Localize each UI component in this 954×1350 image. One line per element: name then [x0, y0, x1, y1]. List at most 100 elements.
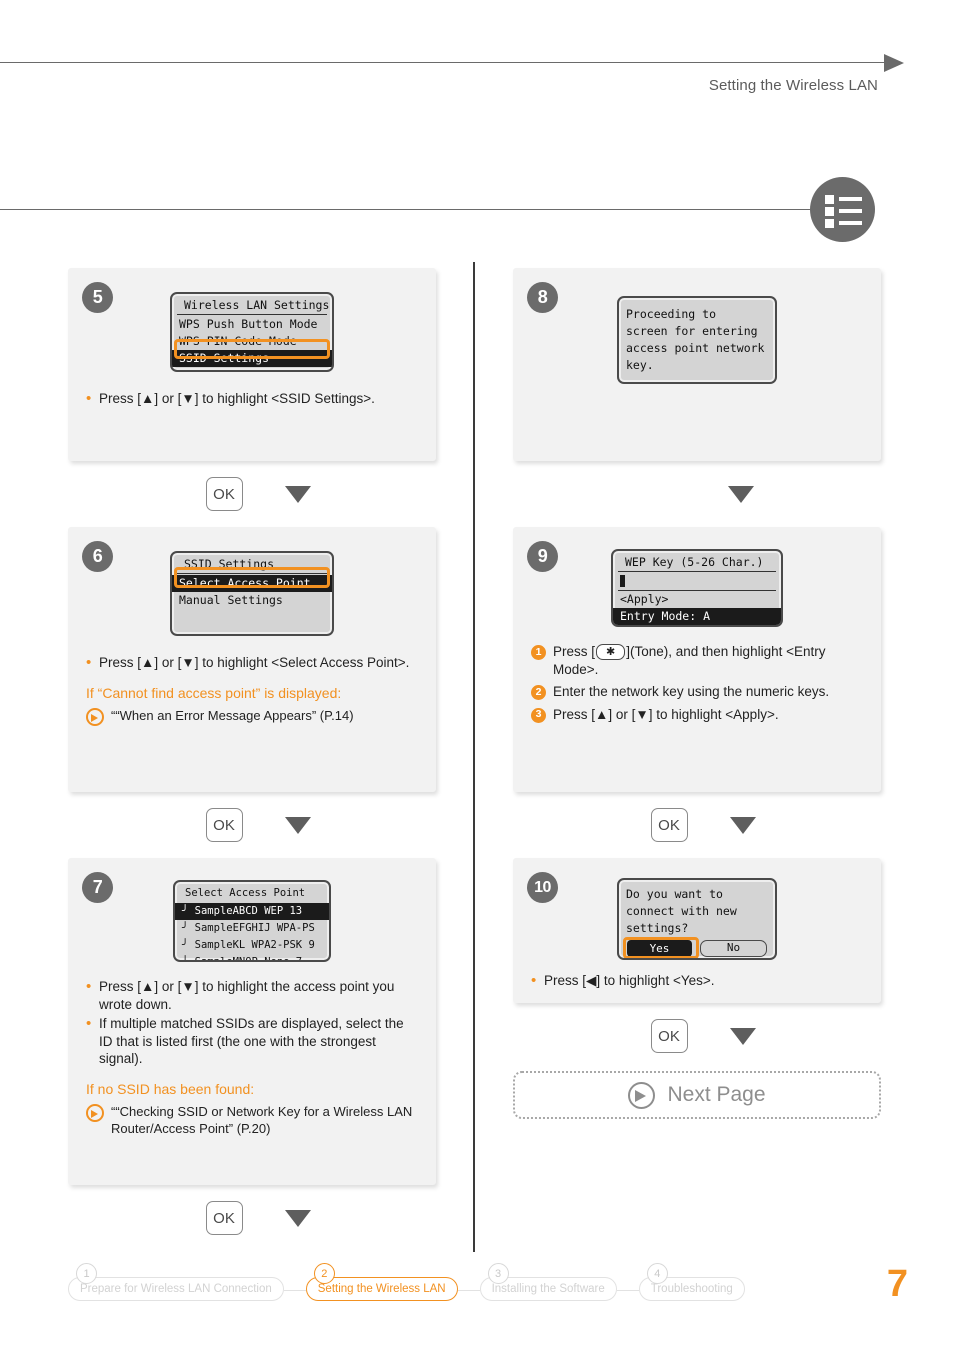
breadcrumb-number: 3: [487, 1263, 509, 1284]
signal-icon: ╯: [182, 956, 189, 962]
bullet-dot: •: [86, 654, 92, 671]
lcd-screen: Select Access Point ╯ SampleABCD WEP 13 …: [173, 880, 331, 962]
arrow-circle-right-icon: [86, 707, 104, 726]
breadcrumb-connector: [283, 1290, 306, 1292]
lcd-row-text: SampleEFGHIJ WPA-PS: [194, 922, 315, 934]
lcd-message-line: Proceeding to: [626, 307, 717, 321]
lcd-row: ╯ SampleKL WPA2-PSK 9: [175, 937, 329, 954]
lcd-row: WPS PIN Code Mode: [179, 334, 297, 348]
lcd-title: Select Access Point: [185, 887, 306, 899]
lcd-screen: WEP Key (5-26 Char.) <Apply> Entry Mode:…: [611, 549, 783, 627]
breadcrumb-item-2[interactable]: 2 Setting the Wireless LAN: [305, 1263, 458, 1301]
lcd-message-line: Do you want to: [626, 887, 723, 901]
ok-button[interactable]: OK: [205, 808, 243, 842]
instruction-bullet: • If multiple matched SSIDs are displaye…: [86, 1015, 418, 1068]
breadcrumb-label: Prepare for Wireless LAN Connection: [68, 1277, 284, 1301]
cross-reference[interactable]: ““Checking SSID or Network Key for a Wir…: [86, 1103, 418, 1137]
down-triangle-icon: [284, 485, 311, 503]
step-card-8: 8 Proceeding to screen for entering acce…: [513, 268, 881, 461]
step-badge: 9: [527, 541, 558, 572]
down-triangle-icon: [729, 1027, 756, 1045]
instruction-text: Press [▲] or [▼] to highlight <Select Ac…: [99, 655, 410, 670]
lcd-screen: Wireless LAN Settings WPS Push Button Mo…: [170, 292, 334, 372]
instruction-text: Press [▲] or [▼] to highlight <Apply>.: [553, 706, 779, 722]
lcd-title: WEP Key (5-26 Char.): [618, 554, 776, 572]
breadcrumb-item-4[interactable]: 4 Troubleshooting: [638, 1263, 745, 1301]
connector-ok-10: OK: [513, 1003, 881, 1069]
text-cursor: [620, 575, 625, 587]
connector-ok-9: OK: [513, 792, 881, 858]
instruction-text: Press [▲] or [▼] to highlight the access…: [99, 979, 395, 1012]
instruction-text: Press [◀] to highlight <Yes>.: [544, 973, 715, 988]
page-number: 7: [886, 1263, 908, 1305]
note-heading: If no SSID has been found:: [86, 1080, 255, 1097]
step-badge: 10: [527, 872, 558, 903]
lcd-message-line: screen for entering: [626, 324, 758, 338]
lcd-row: <Apply>: [620, 592, 669, 606]
lcd-row-text: SampleKL WPA2-PSK 9: [194, 939, 315, 951]
lcd-title: SSID Settings: [177, 556, 327, 574]
step-card-7: 7 Select Access Point ╯ SampleABCD WEP 1…: [68, 858, 436, 1185]
lcd-row-selected: SSID Settings: [172, 350, 332, 367]
step-badge: 7: [82, 872, 113, 903]
numbered-instruction: 1 Press [✱](Tone), and then highlight <E…: [531, 643, 863, 678]
breadcrumb-item-3[interactable]: 3 Installing the Software: [479, 1263, 617, 1301]
breadcrumb-connector: [616, 1290, 639, 1292]
lcd-message-line: access point network: [626, 341, 765, 355]
arrow-circle-right-icon: [86, 1103, 104, 1122]
breadcrumb-number: 1: [76, 1263, 97, 1284]
down-triangle-icon: [729, 816, 756, 834]
bullet-dot: •: [86, 978, 92, 995]
number-badge: 1: [531, 645, 546, 660]
breadcrumb-connector: [457, 1290, 480, 1292]
column-divider: [473, 262, 475, 1252]
manual-page: Setting the Wireless LAN 5 Wireless LAN …: [0, 0, 954, 1350]
next-page-link[interactable]: Next Page: [513, 1071, 881, 1119]
lcd-row: Wireless LAN Informa...: [172, 367, 332, 370]
instruction-text: Press [▲] or [▼] to highlight <SSID Sett…: [99, 391, 375, 406]
instruction-bullet: • Press [▲] or [▼] to highlight <Select …: [86, 654, 418, 672]
header-rule: [0, 62, 886, 63]
cross-reference-text: ““Checking SSID or Network Key for a Wir…: [111, 1103, 413, 1136]
lcd-row: Manual Settings: [179, 593, 283, 607]
cross-reference-text: ““When an Error Message Appears” (P.14): [111, 707, 354, 723]
ok-button[interactable]: OK: [650, 808, 688, 842]
ok-button[interactable]: OK: [205, 1201, 243, 1235]
header-rule-secondary: [0, 209, 818, 210]
connector-ok-6: OK: [68, 792, 436, 858]
lcd-message-line: settings?: [626, 921, 689, 935]
step-card-10: 10 Do you want to connect with new setti…: [513, 858, 881, 1003]
lcd-message-line: connect with new: [626, 904, 737, 918]
bullet-dot: •: [86, 390, 92, 407]
lcd-button-no[interactable]: No: [700, 940, 767, 957]
lcd-row-text: SampleABCD WEP 13: [194, 905, 303, 917]
bullet-dot: •: [531, 972, 537, 989]
lcd-row: ╯ SampleEFGHIJ WPA-PS: [175, 920, 329, 937]
down-triangle-icon: [284, 1209, 311, 1227]
list-icon: [810, 177, 875, 242]
cross-reference[interactable]: ““When an Error Message Appears” (P.14): [86, 707, 418, 726]
breadcrumb: 1 Prepare for Wireless LAN Connection 2 …: [68, 1263, 954, 1301]
lcd-row: WPS Push Button Mode: [179, 317, 318, 331]
numbered-instruction: 2 Enter the network key using the numeri…: [531, 683, 863, 701]
step-badge: 8: [527, 282, 558, 313]
signal-icon: ╯: [182, 905, 189, 917]
signal-icon: ╯: [182, 939, 189, 951]
lcd-screen: Proceeding to screen for entering access…: [617, 296, 777, 384]
instruction-text: Enter the network key using the numeric …: [553, 684, 830, 699]
lcd-row-selected: ╯ SampleABCD WEP 13: [175, 903, 329, 920]
step-badge: 5: [82, 282, 113, 313]
ok-button[interactable]: OK: [205, 477, 243, 511]
connector-8: [513, 461, 881, 527]
right-arrow-icon: [884, 54, 904, 72]
lcd-row-selected: Select Access Point: [172, 575, 332, 592]
connector-ok-5: OK: [68, 461, 436, 527]
tone-key-icon: ✱: [596, 644, 626, 660]
breadcrumb-number: 2: [313, 1263, 335, 1284]
lcd-text-input[interactable]: [618, 573, 776, 591]
step-card-9: 9 WEP Key (5-26 Char.) <Apply> Entry Mod…: [513, 527, 881, 792]
lcd-button-yes[interactable]: Yes: [627, 940, 692, 957]
lcd-screen: Do you want to connect with new settings…: [617, 878, 777, 960]
ok-button[interactable]: OK: [650, 1019, 688, 1053]
breadcrumb-item-1[interactable]: 1 Prepare for Wireless LAN Connection: [68, 1263, 284, 1301]
